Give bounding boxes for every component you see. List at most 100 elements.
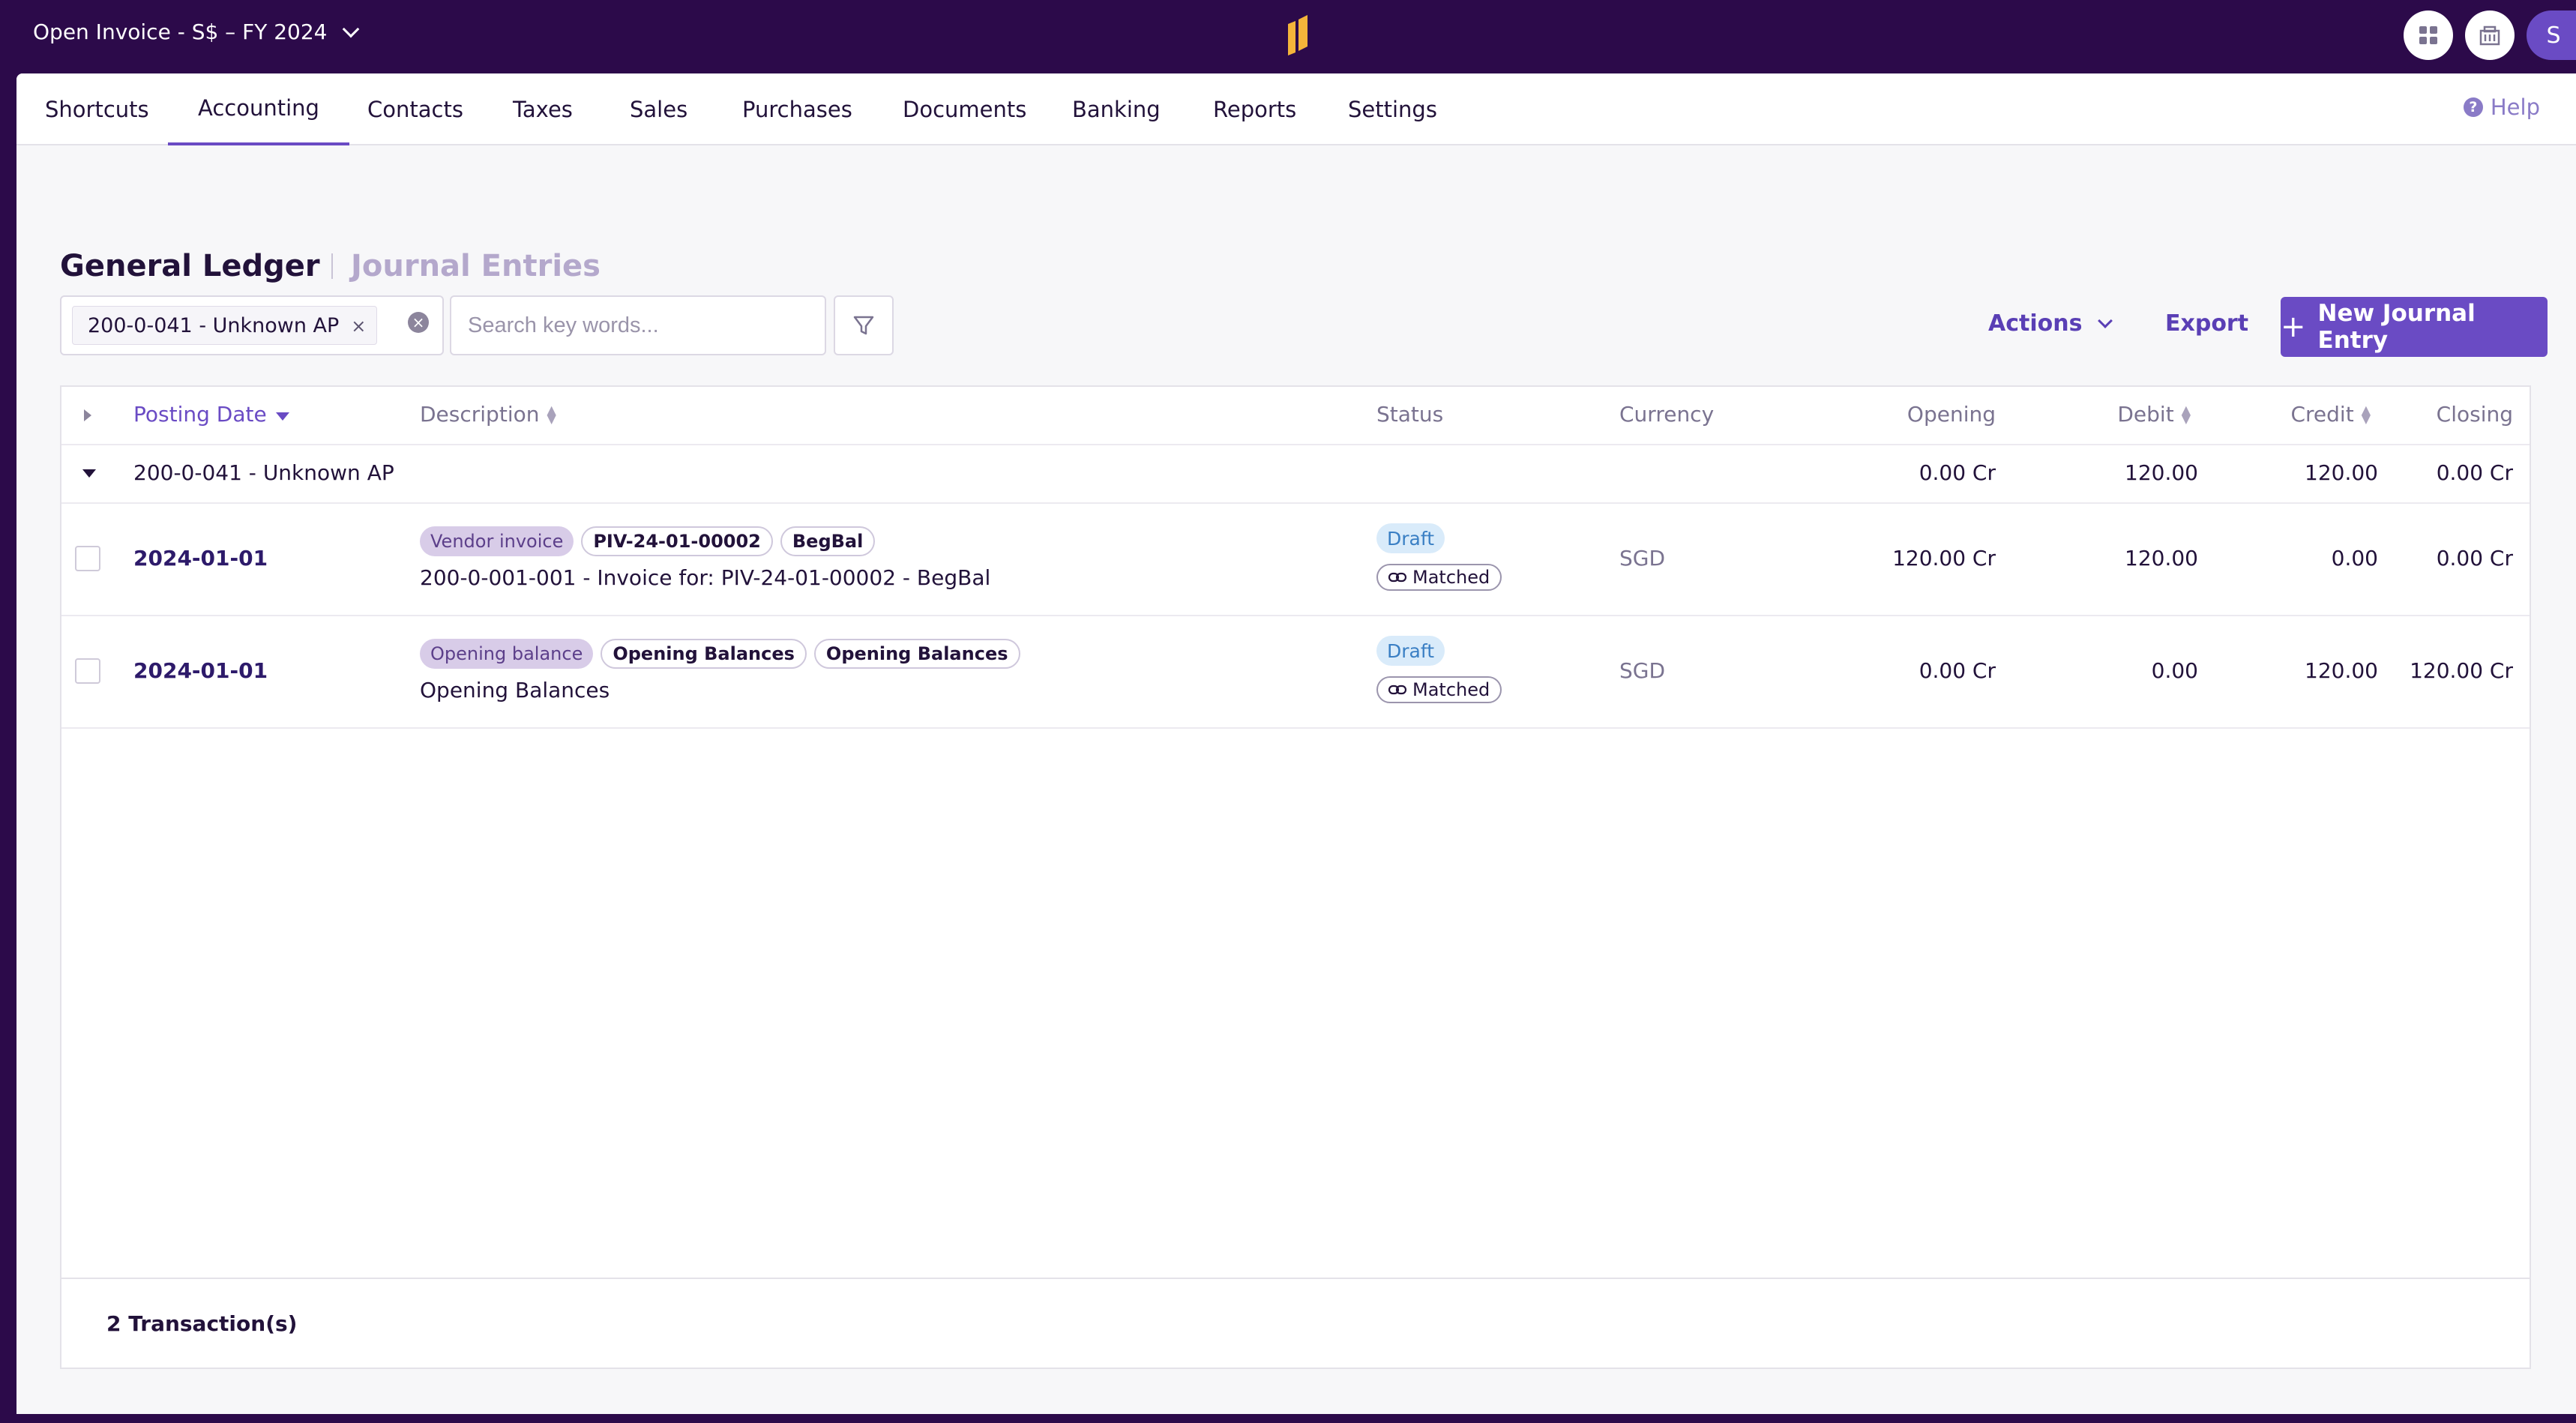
col-debit-label: Debit <box>2117 402 2174 427</box>
row-description[interactable]: Opening Balances <box>420 678 610 703</box>
row-currency: SGD <box>1619 658 1666 683</box>
row-checkbox[interactable] <box>75 658 100 684</box>
actions-label: Actions <box>1988 310 2083 337</box>
search-input[interactable] <box>450 295 826 355</box>
ref-tag: Opening Balances <box>601 639 807 669</box>
nav-taxes[interactable]: Taxes <box>513 73 573 145</box>
row-credit: 0.00 <box>2331 546 2378 571</box>
col-opening: Opening <box>1907 402 1996 427</box>
row-closing: 120.00 Cr <box>2410 658 2513 683</box>
matched-badge[interactable]: Matched <box>1376 676 1502 703</box>
help-icon: ? <box>2463 97 2483 117</box>
row-opening: 120.00 Cr <box>1892 546 1996 571</box>
filter-icon <box>853 316 874 335</box>
avatar-initial: S <box>2546 22 2561 49</box>
account-filter[interactable]: 200-0-041 - Unknown AP × × <box>60 295 444 355</box>
row-description[interactable]: 200-0-001-001 - Invoice for: PIV-24-01-0… <box>420 565 990 590</box>
account-group-row[interactable]: 200-0-041 - Unknown AP 0.00 Cr 120.00 12… <box>61 445 2530 504</box>
checkbox[interactable] <box>75 546 100 571</box>
main-nav: Shortcuts Accounting Contacts Taxes Sale… <box>16 73 2576 145</box>
col-credit[interactable]: Credit ▲ ▼ <box>2221 402 2371 427</box>
export-button[interactable]: Export <box>2165 310 2248 337</box>
actions-dropdown[interactable]: Actions <box>1988 310 2113 337</box>
col-debit[interactable]: Debit ▲ ▼ <box>2041 402 2191 427</box>
sort-icon: ▲ ▼ <box>2181 402 2191 426</box>
row-date[interactable]: 2024-01-01 <box>133 546 268 571</box>
checkbox[interactable] <box>75 658 100 684</box>
type-tag: Opening balance <box>420 639 594 669</box>
account-filter-chip: 200-0-041 - Unknown AP × <box>72 306 378 345</box>
table-row[interactable]: 2024-01-01 Opening balance Opening Balan… <box>61 616 2530 729</box>
status-badge: Draft <box>1376 523 1445 553</box>
draft-badge: Draft <box>1376 636 1445 666</box>
match-badge[interactable]: Matched <box>1376 564 1502 591</box>
filter-button[interactable] <box>834 295 894 355</box>
remove-chip-icon[interactable]: × <box>351 316 366 337</box>
row-checkbox[interactable] <box>75 546 100 571</box>
expand-all-toggle[interactable] <box>84 409 91 421</box>
nav-purchases[interactable]: Purchases <box>742 73 852 145</box>
matched-label: Matched <box>1412 567 1490 588</box>
col-description[interactable]: Description ▲ ▼ <box>420 402 556 427</box>
matched-label: Matched <box>1412 679 1490 700</box>
link-icon <box>1388 685 1406 695</box>
col-description-label: Description <box>420 402 540 427</box>
title-divider <box>331 253 333 279</box>
col-posting-date[interactable]: Posting Date <box>133 402 289 427</box>
journal-entries-tab[interactable]: Journal Entries <box>351 249 601 283</box>
nav-reports[interactable]: Reports <box>1213 73 1296 145</box>
group-opening: 0.00 Cr <box>1919 460 1996 485</box>
row-closing: 0.00 Cr <box>2436 546 2513 571</box>
col-closing: Closing <box>2436 402 2513 427</box>
clear-filter-icon[interactable]: × <box>408 312 429 333</box>
group-closing: 0.00 Cr <box>2436 460 2513 485</box>
group-name: 200-0-041 - Unknown AP <box>133 460 394 485</box>
group-credit: 120.00 <box>2305 460 2378 485</box>
company-name: Open Invoice - S$ – FY 2024 <box>33 19 328 44</box>
sort-icon: ▲ ▼ <box>547 402 556 426</box>
help-label: Help <box>2490 94 2540 120</box>
status-badge: Draft <box>1376 636 1445 666</box>
new-journal-entry-label: New Journal Entry <box>2317 300 2476 354</box>
help-link[interactable]: ? Help <box>2463 94 2540 120</box>
row-credit: 120.00 <box>2305 658 2378 683</box>
matched-badge[interactable]: Matched <box>1376 564 1502 591</box>
main-panel: Shortcuts Accounting Contacts Taxes Sale… <box>16 73 2576 1414</box>
row-debit: 120.00 <box>2125 546 2198 571</box>
sort-desc-icon <box>275 412 289 421</box>
organization-button[interactable] <box>2465 10 2515 60</box>
caret-down-icon <box>82 469 96 478</box>
apps-button[interactable] <box>2404 10 2453 60</box>
new-journal-entry-button[interactable]: + New Journal Entry <box>2281 297 2548 357</box>
table-row[interactable]: 2024-01-01 Vendor invoice PIV-24-01-0000… <box>61 504 2530 616</box>
group-debit: 120.00 <box>2125 460 2198 485</box>
nav-banking[interactable]: Banking <box>1072 73 1161 145</box>
nav-settings[interactable]: Settings <box>1348 73 1437 145</box>
nav-contacts[interactable]: Contacts <box>367 73 463 145</box>
match-badge[interactable]: Matched <box>1376 676 1502 703</box>
nav-documents[interactable]: Documents <box>903 73 1026 145</box>
ref-tag: PIV-24-01-00002 <box>581 526 773 556</box>
row-tags: Opening balance Opening Balances Opening… <box>420 639 1028 669</box>
col-status: Status <box>1376 402 1444 427</box>
nav-shortcuts[interactable]: Shortcuts <box>45 73 149 145</box>
ledger-table: Posting Date Description ▲ ▼ Status Curre… <box>60 385 2531 1369</box>
top-bar: Open Invoice - S$ – FY 2024 S <box>0 0 2576 73</box>
ref-tag: Opening Balances <box>813 639 1020 669</box>
nav-accounting[interactable]: Accounting <box>168 73 349 145</box>
nav-sales[interactable]: Sales <box>630 73 687 145</box>
account-filter-chip-label: 200-0-041 - Unknown AP <box>88 313 340 337</box>
user-avatar[interactable]: S <box>2527 10 2576 60</box>
link-icon <box>1388 572 1406 583</box>
row-debit: 0.00 <box>2151 658 2198 683</box>
row-opening: 0.00 Cr <box>1919 658 1996 683</box>
brand-logo <box>1288 15 1307 55</box>
collapse-toggle[interactable] <box>82 469 96 478</box>
col-credit-label: Credit <box>2290 402 2354 427</box>
row-date[interactable]: 2024-01-01 <box>133 658 268 683</box>
type-tag: Vendor invoice <box>420 526 574 556</box>
company-switcher[interactable]: Open Invoice - S$ – FY 2024 <box>33 19 360 44</box>
ref-tag: BegBal <box>780 526 876 556</box>
col-posting-date-label: Posting Date <box>133 402 267 427</box>
apps-icon <box>2419 26 2437 44</box>
